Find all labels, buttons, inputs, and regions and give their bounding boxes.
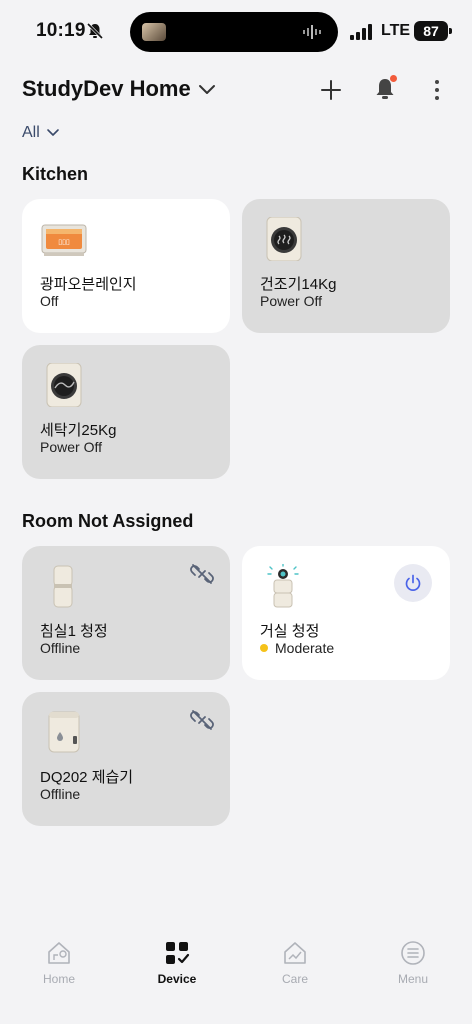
nav-label: Care [281,972,308,986]
disconnected-link-icon [190,564,214,584]
app-header: StudyDev Home [22,72,450,108]
device-status: Moderate [275,640,335,656]
nav-device[interactable]: Device [137,940,217,986]
battery-indicator: 87 [414,21,452,41]
device-name: DQ202 제습기 [40,769,134,786]
device-status: Off [40,293,59,309]
home-icon [48,942,70,964]
device-name: 거실 청정 [260,623,320,640]
chevron-down-icon[interactable] [198,82,216,96]
status-time: 10:19 [36,20,86,41]
room-filter-label: All [22,124,40,141]
device-card-purifier-living[interactable]: 거실 청정 Moderate [242,546,450,680]
power-button[interactable] [394,564,432,602]
cellular-signal-icon [350,24,372,40]
more-options-icon[interactable] [426,78,448,102]
device-status: Offline [40,786,81,802]
nav-care[interactable]: Care [255,940,335,986]
device-status: Power Off [40,439,102,455]
device-status: Power Off [260,293,322,309]
nav-label: Menu [397,972,429,986]
device-status: Offline [40,640,81,656]
care-icon [284,942,306,964]
svg-text:▯▯▯: ▯▯▯ [58,238,70,246]
washer-icon [46,363,82,407]
chevron-down-icon [46,129,59,136]
nav-home[interactable]: Home [19,940,99,986]
menu-icon [401,941,425,965]
oven-icon: ▯▯▯ [41,224,87,256]
home-selector[interactable]: StudyDev Home [22,76,191,102]
nav-menu[interactable]: Menu [373,940,453,986]
device-grid-icon [166,942,190,964]
now-playing-thumbnail [142,23,166,41]
device-card-washer[interactable]: 세탁기25Kg Power Off [22,345,230,479]
device-card-dehumidifier[interactable]: DQ202 제습기 Offline [22,692,230,826]
add-device-button[interactable] [319,78,343,102]
section-title-kitchen: Kitchen [22,164,89,184]
network-type: LTE [381,22,411,39]
device-card-purifier-bedroom[interactable]: 침실1 청정 Offline [22,546,230,680]
device-name: 침실1 청정 [40,623,108,640]
air-quality-status: Moderate [260,640,334,656]
room-filter-dropdown[interactable]: All [22,122,60,144]
audio-wave-icon [303,25,321,39]
device-name: 광파오븐레인지 [40,276,137,293]
silent-bell-icon [86,22,104,40]
device-name: 세탁기25Kg [40,422,117,439]
disconnected-link-icon [190,710,214,730]
dehumidifier-icon [48,711,80,753]
status-bar: 10:19 LTE 87 [0,0,472,62]
nav-label: Home [42,972,75,986]
air-quality-dot [260,644,268,652]
bottom-navigation: Home Device Care Menu [0,930,472,1024]
air-purifier-icon [53,565,73,608]
device-card-dryer[interactable]: 건조기14Kg Power Off [242,199,450,333]
dynamic-island [130,12,338,52]
device-name: 건조기14Kg [260,276,337,293]
device-card-oven[interactable]: ▯▯▯ 광파오븐레인지 Off [22,199,230,333]
notification-badge [390,75,397,82]
air-purifier-icon [267,564,299,608]
nav-label: Device [157,972,197,986]
section-title-unassigned: Room Not Assigned [22,511,194,531]
dryer-icon [266,217,302,261]
power-icon [405,574,421,591]
